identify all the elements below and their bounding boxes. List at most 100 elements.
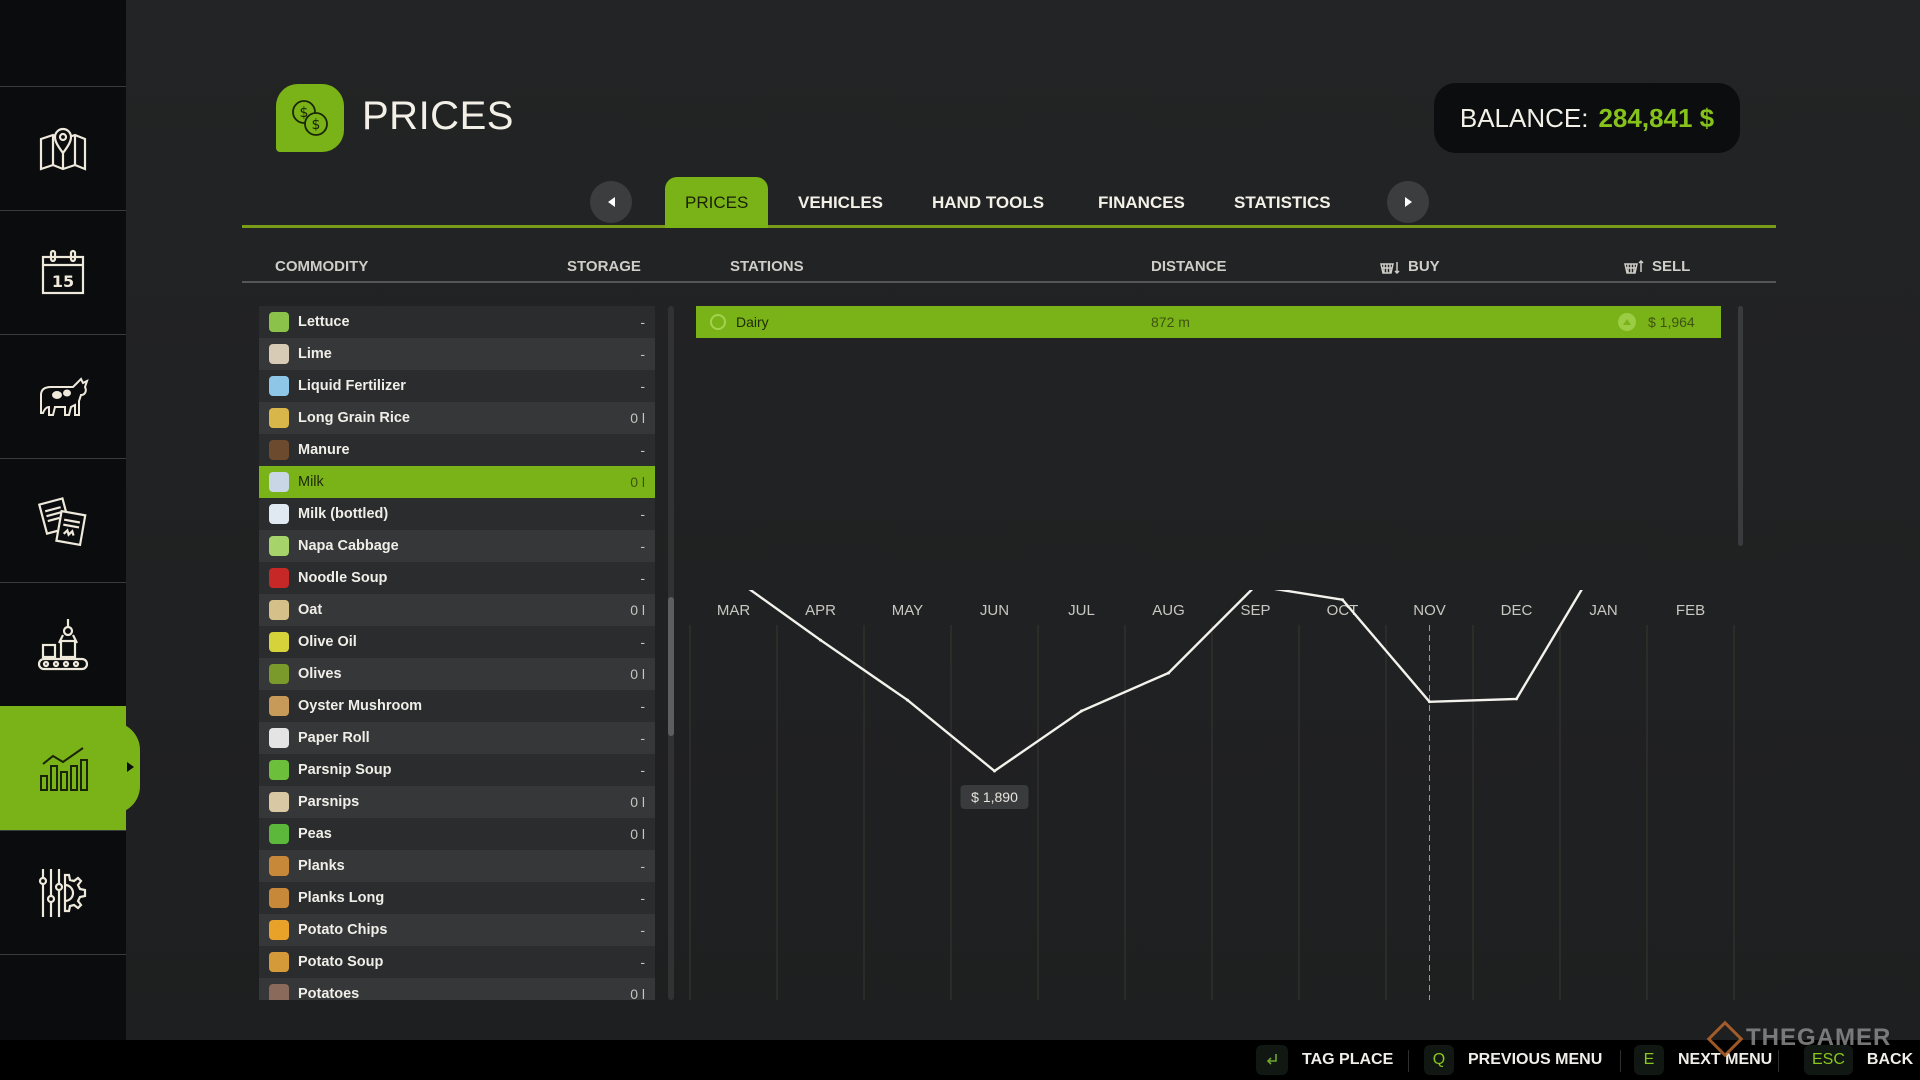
commodity-row[interactable]: Oyster Mushroom - [259,690,655,722]
column-header-distance[interactable]: DISTANCE [1151,258,1227,275]
sidebar-item-map[interactable] [0,86,126,210]
svg-text:15: 15 [52,272,74,291]
next-tab-button[interactable] [1387,181,1429,223]
data-point-oct[interactable] [1341,598,1344,602]
sidebar-spacer-bottom [0,954,126,1040]
commodity-storage: 0 l [630,986,645,1000]
column-header-stations[interactable]: STATIONS [730,258,804,275]
commodity-row[interactable]: Oat 0 l [259,594,655,626]
commodity-row[interactable]: Noodle Soup - [259,562,655,594]
commodity-icon [269,824,289,844]
commodity-row[interactable]: Potato Chips - [259,914,655,946]
price-history-chart: MAR APR MAY JUN JUL AUG SEP OCT NOV DEC JAN FEB $ 1,… [686,514,1746,1010]
basket-down-icon [1380,261,1400,274]
commodity-row[interactable]: Peas 0 l [259,818,655,850]
footer-bar [0,1040,1920,1080]
commodity-scrollbar[interactable] [668,306,674,1000]
prev-tab-button[interactable] [590,181,632,223]
hint-separator [1408,1050,1409,1072]
hint-label: PREVIOUS MENU [1468,1051,1603,1068]
column-header-buy[interactable]: BUY [1380,258,1440,275]
sidebar-item-production[interactable] [0,582,126,706]
active-indicator-icon [127,762,134,772]
station-name: Dairy [736,314,769,330]
station-distance: 872 m [1151,314,1190,330]
commodity-name: Noodle Soup [298,570,388,586]
commodity-row[interactable]: Manure - [259,434,655,466]
x-tick-label: FEB [1676,602,1705,619]
tab-statistics[interactable]: STATISTICS [1214,177,1351,228]
commodity-icon [269,600,289,620]
sidebar-item-contracts[interactable] [0,458,126,582]
cow-icon [40,376,89,416]
commodity-name: Olive Oil [298,634,357,650]
hint-tag-place[interactable]: TAG PLACE [1256,1045,1393,1075]
commodity-icon [269,376,289,396]
commodity-name: Planks [298,858,345,874]
tab-vehicles[interactable]: VEHICLES [778,177,903,228]
commodity-scrollbar-thumb[interactable] [668,597,674,737]
column-header-sell[interactable]: SELL [1624,258,1690,275]
data-point-dec[interactable] [1515,697,1518,701]
commodity-row[interactable]: Potato Soup - [259,946,655,978]
commodity-row[interactable]: Paper Roll - [259,722,655,754]
commodity-row[interactable]: Lettuce - [259,306,655,338]
commodity-icon [269,696,289,716]
data-point-aug[interactable] [1167,671,1170,675]
commodity-row[interactable]: Long Grain Rice 0 l [259,402,655,434]
data-point-apr[interactable] [819,638,822,642]
commodity-storage: - [640,634,645,650]
commodity-storage: - [640,378,645,394]
column-header-commodity[interactable]: COMMODITY [275,258,368,275]
commodity-storage: 0 l [630,410,645,426]
commodity-row[interactable]: Lime - [259,338,655,370]
commodity-row[interactable]: Planks - [259,850,655,882]
tab-finances[interactable]: FINANCES [1078,177,1205,228]
sidebar-item-calendar[interactable]: 15 [0,210,126,334]
commodity-name: Oyster Mushroom [298,698,423,714]
commodity-name: Peas [298,826,332,842]
watermark: THEGAMER [1706,1020,1892,1058]
commodity-name: Lime [298,346,332,362]
commodity-row[interactable]: Liquid Fertilizer - [259,370,655,402]
commodity-row[interactable]: Napa Cabbage - [259,530,655,562]
data-point-jul[interactable] [1080,709,1083,713]
station-marker-icon[interactable] [710,314,726,330]
triangle-right-icon [1404,197,1412,207]
commodity-storage: - [640,346,645,362]
sidebar-item-settings[interactable] [0,830,126,954]
commodity-storage: - [640,922,645,938]
watermark-text: THEGAMER [1746,1024,1892,1051]
commodity-row[interactable]: Planks Long - [259,882,655,914]
commodity-row[interactable]: Parsnips 0 l [259,786,655,818]
commodity-row[interactable]: Milk (bottled) - [259,498,655,530]
commodity-name: Potato Chips [298,922,388,938]
data-point-may[interactable] [906,698,909,702]
sidebar-item-prices[interactable] [0,706,140,830]
commodity-icon [269,472,289,492]
commodity-row[interactable]: Olives 0 l [259,658,655,690]
data-point-jun[interactable] [993,769,996,773]
commodity-row[interactable]: Olive Oil - [259,626,655,658]
station-row-dairy[interactable]: Dairy 872 m $ 1,964 [696,306,1721,338]
sidebar-item-animals[interactable] [0,334,126,458]
tab-hand-tools[interactable]: HAND TOOLS [912,177,1064,228]
commodity-row[interactable]: Milk 0 l [259,466,655,498]
commodity-icon [269,440,289,460]
commodity-list[interactable]: Lettuce - Lime - Liquid Fertilizer - Long Grai… [259,306,655,1000]
sidebar: 15 [0,0,140,1040]
commodity-row[interactable]: Potatoes 0 l [259,978,655,1000]
x-tick-label: JUL [1068,602,1095,619]
stations-scrollbar[interactable] [1738,306,1743,546]
hint-previous-menu[interactable]: Q PREVIOUS MENU [1424,1045,1602,1075]
column-header-storage[interactable]: STORAGE [567,258,641,275]
commodity-name: Parsnips [298,794,360,810]
commodity-storage: - [640,570,645,586]
hint-separator [1620,1050,1621,1072]
balance-display: BALANCE: 284,841 $ [1434,83,1740,153]
commodity-name: Potato Soup [298,954,384,970]
tab-prices[interactable]: PRICES [665,177,769,228]
data-point-nov[interactable] [1428,700,1431,704]
commodity-row[interactable]: Parsnip Soup - [259,754,655,786]
price-tooltip-label: $ 1,890 [971,789,1018,805]
